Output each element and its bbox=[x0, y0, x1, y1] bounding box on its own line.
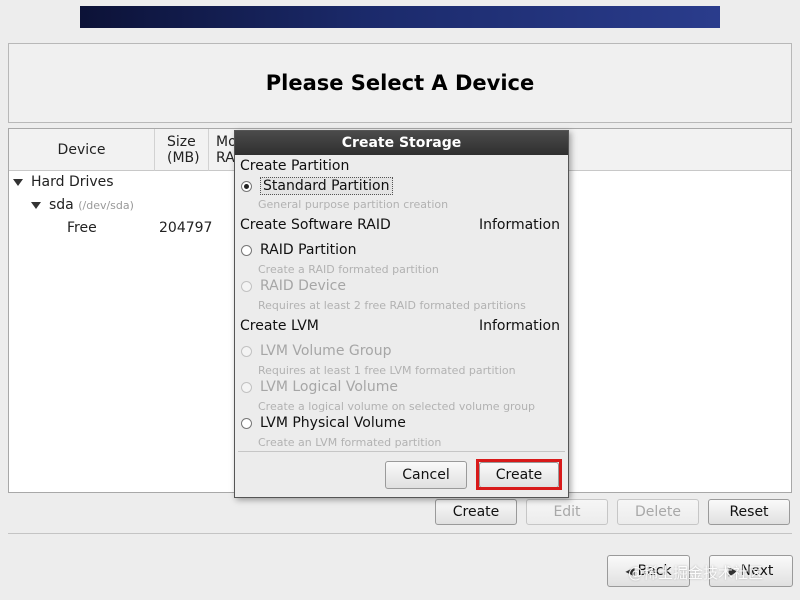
radio-button[interactable] bbox=[241, 417, 252, 429]
tree-row-sda[interactable]: sda (/dev/sda) bbox=[31, 197, 134, 213]
radio-selected[interactable] bbox=[241, 180, 252, 192]
reset-button[interactable]: Reset bbox=[708, 499, 790, 525]
dialog-title[interactable]: Create Storage bbox=[235, 131, 568, 155]
desc-lvm-volume-group: Requires at least 1 free LVM formated pa… bbox=[258, 364, 516, 377]
next-button[interactable]: ▶ Next bbox=[709, 555, 793, 587]
divider bbox=[8, 533, 792, 534]
desc-raid-device: Requires at least 2 free RAID formated p… bbox=[258, 299, 526, 312]
option-lvm-physical-volume[interactable]: LVM Physical Volume bbox=[241, 415, 406, 431]
radio-button[interactable] bbox=[241, 244, 252, 256]
information-label: Information bbox=[478, 217, 560, 233]
highlight-box bbox=[476, 459, 562, 490]
radio-button[interactable] bbox=[241, 381, 252, 393]
dialog-body: Create Partition Standard Partition Gene… bbox=[235, 155, 568, 497]
section-create-software-raid: Create Software RAID bbox=[240, 217, 391, 233]
create-button[interactable]: Create bbox=[435, 499, 517, 525]
column-header-size[interactable]: Size (MB) bbox=[155, 129, 209, 171]
tree-row-free[interactable]: Free bbox=[67, 220, 97, 236]
radio-button[interactable] bbox=[241, 280, 252, 292]
edit-button[interactable]: Edit bbox=[526, 499, 608, 525]
desc-lvm-logical-volume: Create a logical volume on selected volu… bbox=[258, 400, 536, 413]
radio-button[interactable] bbox=[241, 345, 252, 357]
option-lvm-volume-group[interactable]: LVM Volume Group bbox=[241, 343, 392, 359]
desc-raid-partition: Create a RAID formated partition bbox=[258, 263, 439, 276]
tree-row-hard-drives[interactable]: Hard Drives bbox=[13, 174, 114, 190]
triangle-down-icon[interactable] bbox=[31, 201, 41, 209]
arrow-right-icon: ▶ bbox=[728, 564, 738, 578]
information-label: Information bbox=[478, 318, 560, 334]
desc-lvm-physical-volume: Create an LVM formated partition bbox=[258, 436, 442, 449]
dialog-divider bbox=[238, 451, 565, 452]
installer-banner bbox=[80, 6, 720, 28]
arrow-left-icon: ◀ bbox=[625, 564, 635, 578]
column-header-device[interactable]: Device bbox=[9, 129, 155, 171]
option-standard-partition[interactable]: Standard Partition bbox=[241, 177, 393, 195]
dialog-cancel-button[interactable]: Cancel bbox=[385, 461, 467, 489]
device-path: (/dev/sda) bbox=[78, 199, 134, 212]
create-storage-dialog: Create Storage Create Partition Standard… bbox=[234, 130, 569, 498]
option-lvm-logical-volume[interactable]: LVM Logical Volume bbox=[241, 379, 398, 395]
free-size-value: 204797 bbox=[159, 220, 213, 236]
back-button[interactable]: ◀ Back bbox=[607, 555, 690, 587]
desc-standard-partition: General purpose partition creation bbox=[258, 198, 449, 211]
triangle-down-icon[interactable] bbox=[13, 178, 23, 186]
page-title: Please Select A Device bbox=[8, 43, 792, 123]
delete-button[interactable]: Delete bbox=[617, 499, 699, 525]
section-create-lvm: Create LVM bbox=[240, 318, 319, 334]
option-raid-device[interactable]: RAID Device bbox=[241, 278, 346, 294]
option-raid-partition[interactable]: RAID Partition bbox=[241, 242, 356, 258]
section-create-partition: Create Partition bbox=[240, 158, 350, 174]
